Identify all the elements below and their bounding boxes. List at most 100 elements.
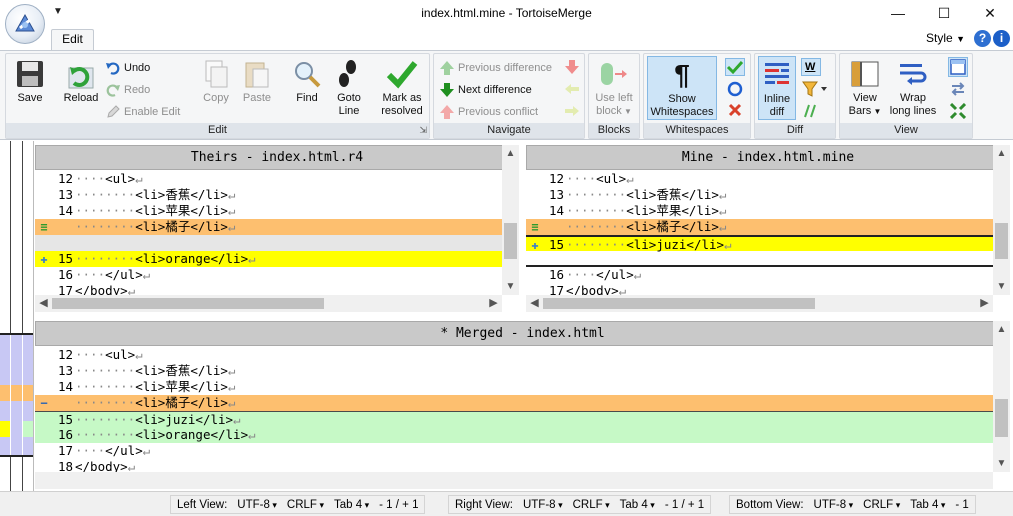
whitespace-check-button[interactable] xyxy=(725,58,745,76)
code-line[interactable]: 15 ········<li>juzi</li>↵ xyxy=(35,411,993,427)
filter-icon[interactable] xyxy=(802,81,828,100)
theirs-vertical-scrollbar[interactable]: ▲ ▼ xyxy=(502,145,519,295)
scroll-down-icon[interactable]: ▼ xyxy=(993,455,1010,472)
app-menu-button[interactable] xyxy=(5,4,45,44)
word-diff-button[interactable]: W xyxy=(801,58,821,76)
code-line[interactable] xyxy=(35,235,502,251)
use-left-block-button[interactable]: Use left block ▼ xyxy=(592,58,636,118)
style-menu[interactable]: Style ▼ xyxy=(926,31,965,45)
code-line[interactable] xyxy=(526,251,993,267)
show-whitespaces-button[interactable]: ¶ Show Whitespaces xyxy=(647,56,717,120)
next-conflict-icon[interactable] xyxy=(564,59,580,78)
theirs-scroll-thumb[interactable] xyxy=(504,223,517,259)
goto-line-button[interactable]: Goto Line xyxy=(329,58,369,118)
theirs-pane[interactable]: Theirs - index.html.r4 12 ····<ul>↵ 13 ····… xyxy=(35,145,519,312)
circle-toggle-icon[interactable] xyxy=(727,81,743,100)
left-view-encoding[interactable]: UTF-8 xyxy=(237,499,277,511)
theirs-code[interactable]: 12 ····<ul>↵ 13 ········<li>香蕉</li>↵ 14 ·····… xyxy=(35,171,502,299)
undo-button[interactable]: Undo xyxy=(105,59,150,77)
paste-button[interactable]: Paste xyxy=(237,58,277,105)
help-icon[interactable]: ? xyxy=(974,30,991,47)
code-line[interactable]: ≡ ········<li>橘子</li>↵ xyxy=(526,219,993,235)
code-line[interactable]: ✚ 15 ········<li>juzi</li>↵ xyxy=(526,235,993,252)
previous-difference-button[interactable]: Previous difference xyxy=(439,59,552,77)
info-icon[interactable]: i xyxy=(993,30,1010,47)
next-inline-diff-icon[interactable] xyxy=(564,81,580,100)
code-line[interactable]: 13 ········<li>香蕉</li>↵ xyxy=(35,363,993,379)
code-line[interactable]: 12 ····<ul>↵ xyxy=(35,347,993,363)
prev-inline-diff-icon[interactable] xyxy=(564,103,580,122)
maximize-button[interactable]: ☐ xyxy=(921,0,967,26)
whitespace-dots: ···· xyxy=(566,171,597,186)
scroll-left-icon[interactable]: ◀ xyxy=(526,295,543,312)
scroll-left-icon[interactable]: ◀ xyxy=(35,295,52,312)
dialog-launcher-icon[interactable]: ⇲ xyxy=(419,125,427,136)
scroll-right-icon[interactable]: ▶ xyxy=(485,295,502,312)
enable-edit-button[interactable]: Enable Edit xyxy=(105,103,180,121)
code-line[interactable]: 16 ········<li>orange</li>↵ xyxy=(35,427,993,443)
redo-button[interactable]: Redo xyxy=(105,81,150,99)
code-line[interactable]: 13 ········<li>香蕉</li>↵ xyxy=(526,187,993,203)
mine-code[interactable]: 12 ····<ul>↵ 13 ········<li>香蕉</li>↵ 14 ·····… xyxy=(526,171,993,299)
theirs-horizontal-scrollbar[interactable]: ◀ ▶ xyxy=(35,295,502,312)
code-line[interactable]: ≡ ········<li>橘子</li>↵ xyxy=(35,219,502,235)
mark-as-resolved-button[interactable]: Mark as resolved xyxy=(378,58,426,118)
whitespace-dots: ········ xyxy=(75,187,136,202)
code-line[interactable]: 12 ····<ul>↵ xyxy=(526,171,993,187)
collapse-icon[interactable] xyxy=(802,103,818,122)
scroll-up-icon[interactable]: ▲ xyxy=(502,145,519,162)
scroll-up-icon[interactable]: ▲ xyxy=(993,145,1010,162)
code-line[interactable]: 13 ········<li>香蕉</li>↵ xyxy=(35,187,502,203)
copy-button[interactable]: Copy xyxy=(196,58,236,105)
mine-hscroll-thumb[interactable] xyxy=(543,298,815,309)
red-x-icon[interactable] xyxy=(727,102,743,121)
mine-scroll-thumb[interactable] xyxy=(995,223,1008,259)
reload-button[interactable]: Reload xyxy=(58,58,104,105)
right-view-encoding[interactable]: UTF-8 xyxy=(523,499,563,511)
code-line[interactable]: 16 ····</ul>↵ xyxy=(35,267,502,283)
merged-code[interactable]: 12 ····<ul>↵ 13 ········<li>香蕉</li>↵ 14 ·····… xyxy=(35,347,993,475)
code-line[interactable]: 16 ····</ul>↵ xyxy=(526,267,993,283)
left-view-eol[interactable]: CRLF xyxy=(287,499,324,511)
swap-views-icon[interactable] xyxy=(950,81,966,100)
code-line[interactable]: 17 ····</ul>↵ xyxy=(35,443,993,459)
bottom-view-tab[interactable]: Tab 4 xyxy=(910,499,945,511)
left-view-tab[interactable]: Tab 4 xyxy=(334,499,369,511)
code-line[interactable]: 14 ········<li>苹果</li>↵ xyxy=(35,379,993,395)
minimize-button[interactable]: — xyxy=(875,0,921,26)
inline-diff-button[interactable]: Inline diff xyxy=(758,56,796,120)
code-line[interactable]: 12 ····<ul>↵ xyxy=(35,171,502,187)
location-bar[interactable] xyxy=(0,141,34,491)
merged-scroll-thumb[interactable] xyxy=(995,399,1008,437)
previous-conflict-button[interactable]: Previous conflict xyxy=(439,103,538,121)
right-view-eol[interactable]: CRLF xyxy=(573,499,610,511)
bottom-view-encoding[interactable]: UTF-8 xyxy=(814,499,854,511)
scroll-down-icon[interactable]: ▼ xyxy=(993,278,1010,295)
merged-horizontal-scrollbar[interactable] xyxy=(35,472,993,489)
code-line[interactable]: 14 ········<li>苹果</li>↵ xyxy=(35,203,502,219)
merged-vertical-scrollbar[interactable]: ▲ ▼ xyxy=(993,321,1010,472)
bottom-view-eol[interactable]: CRLF xyxy=(863,499,900,511)
wrap-long-lines-button[interactable]: Wrap long lines xyxy=(888,58,938,118)
scroll-down-icon[interactable]: ▼ xyxy=(502,278,519,295)
eol-marker: ↵ xyxy=(633,267,642,282)
find-button[interactable]: Find xyxy=(287,58,327,105)
code-line[interactable]: ✚ 15 ········<li>orange</li>↵ xyxy=(35,251,502,267)
theirs-hscroll-thumb[interactable] xyxy=(52,298,324,309)
scroll-right-icon[interactable]: ▶ xyxy=(976,295,993,312)
code-line[interactable]: 14 ········<li>苹果</li>↵ xyxy=(526,203,993,219)
scroll-up-icon[interactable]: ▲ xyxy=(993,321,1010,338)
next-difference-button[interactable]: Next difference xyxy=(439,81,532,99)
right-view-tab[interactable]: Tab 4 xyxy=(620,499,655,511)
one-pane-view-button[interactable] xyxy=(948,57,968,77)
mine-horizontal-scrollbar[interactable]: ◀ ▶ xyxy=(526,295,993,312)
tab-edit[interactable]: Edit xyxy=(51,29,94,50)
mine-pane[interactable]: Mine - index.html.mine 12 ····<ul>↵ 13 ····… xyxy=(526,145,1010,312)
save-button[interactable]: Save xyxy=(10,58,50,105)
close-button[interactable]: ✕ xyxy=(967,0,1013,26)
collapse-sections-icon[interactable] xyxy=(949,102,967,122)
merged-pane[interactable]: * Merged - index.html 12 ····<ul>↵ 13 ·····… xyxy=(35,321,1010,489)
mine-vertical-scrollbar[interactable]: ▲ ▼ xyxy=(993,145,1010,295)
code-line[interactable]: − ········<li>橘子</li>↵ xyxy=(35,395,993,411)
view-bars-button[interactable]: View Bars ▼ xyxy=(843,58,887,118)
